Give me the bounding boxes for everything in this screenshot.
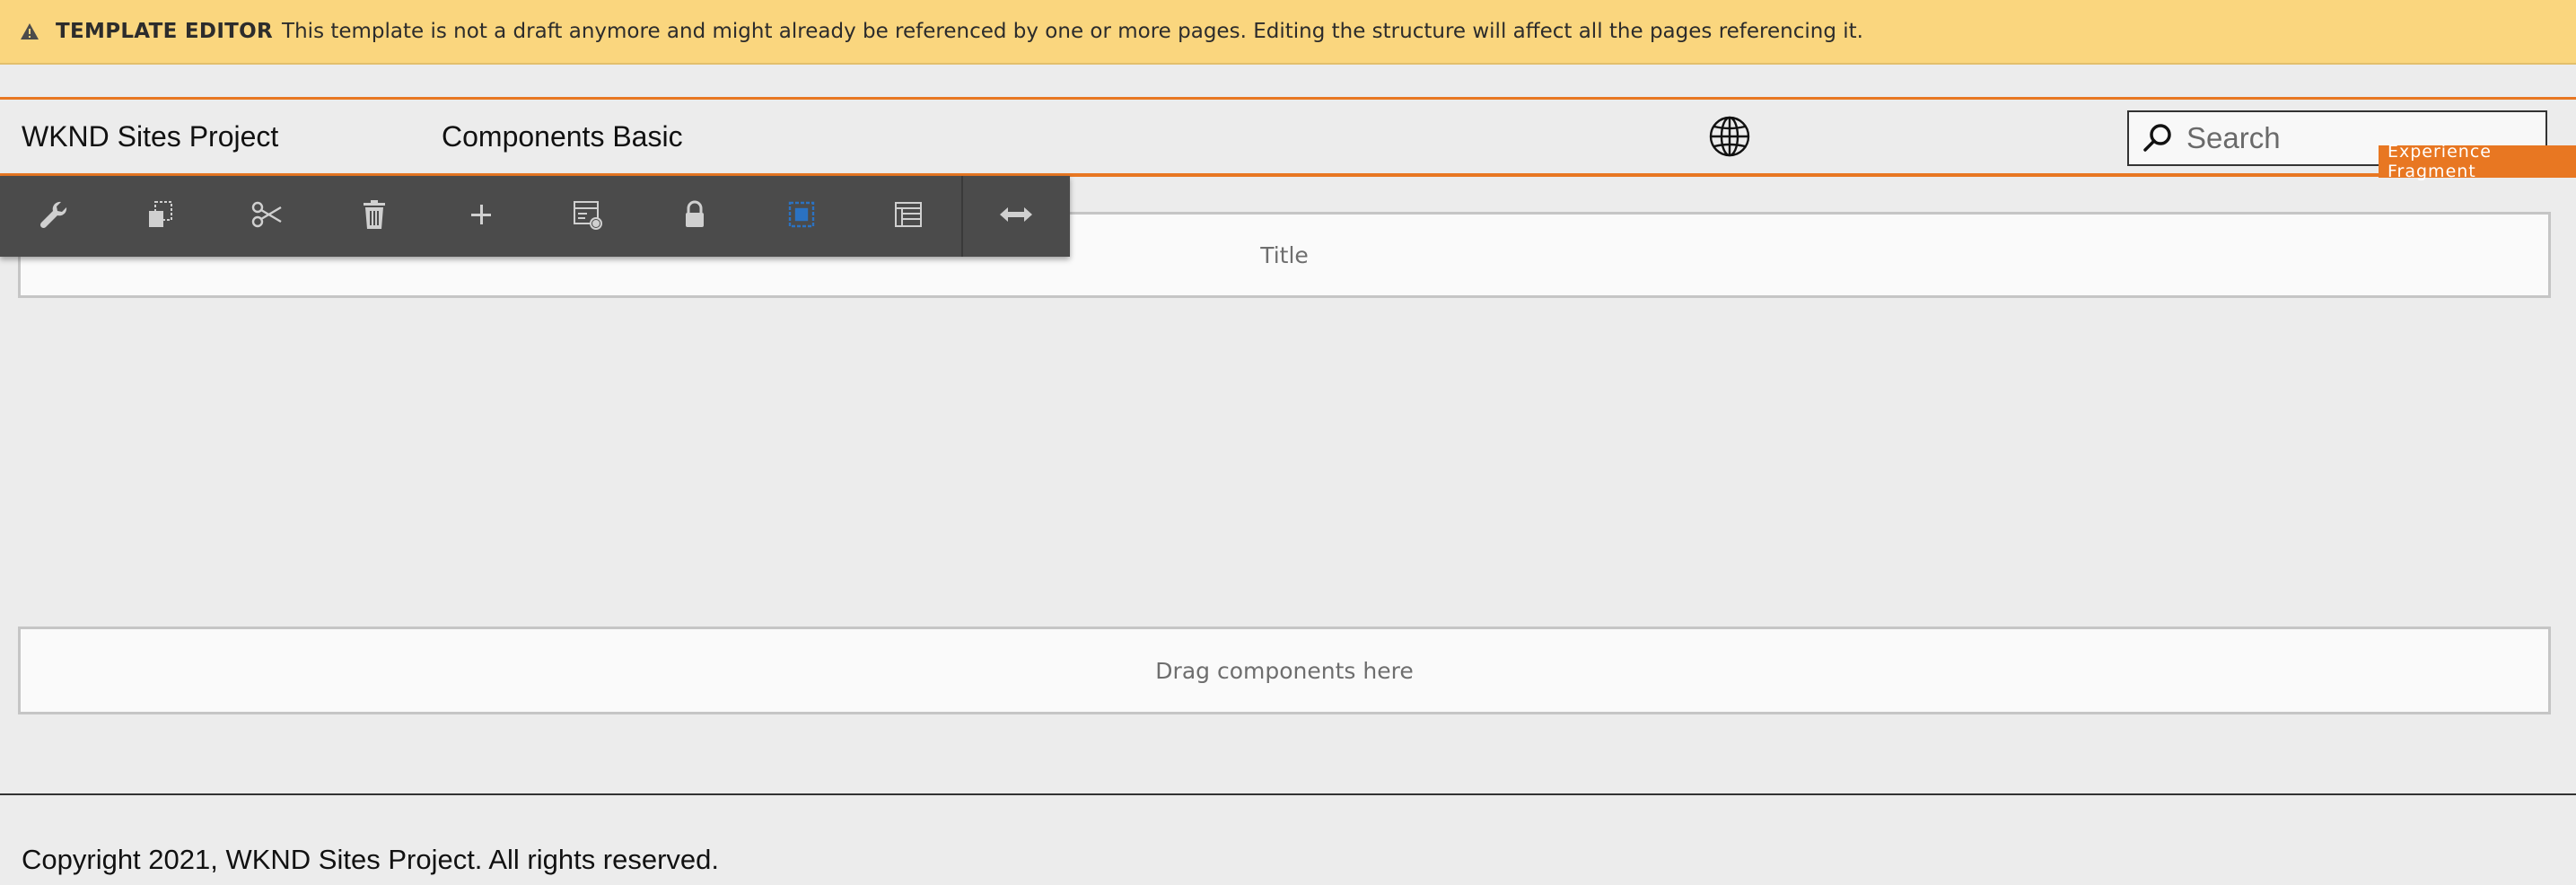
layout-button[interactable] bbox=[854, 176, 961, 257]
footer-copyright: Copyright 2021, WKND Sites Project. All … bbox=[22, 844, 720, 875]
experience-fragment-badge: Experience Fragment bbox=[2379, 142, 2576, 181]
select-parent-button[interactable] bbox=[748, 176, 854, 257]
banner-label: TEMPLATE EDITOR bbox=[56, 20, 274, 43]
header-top-border bbox=[0, 97, 2576, 100]
scissors-icon bbox=[250, 198, 285, 235]
copy-button[interactable] bbox=[107, 176, 214, 257]
footer-divider bbox=[0, 793, 2576, 795]
dropzone-label: Drag components here bbox=[1155, 657, 1414, 684]
site-title[interactable]: WKND Sites Project bbox=[22, 120, 278, 153]
resize-button[interactable] bbox=[963, 176, 1070, 257]
cut-button[interactable] bbox=[214, 176, 320, 257]
wrench-icon bbox=[38, 198, 70, 235]
plus-icon bbox=[468, 201, 495, 232]
select-parent-icon bbox=[785, 198, 818, 235]
policy-icon bbox=[571, 198, 605, 235]
search-icon bbox=[2140, 120, 2176, 156]
copy-icon bbox=[145, 198, 177, 235]
component-toolbar bbox=[0, 176, 1070, 257]
globe-icon[interactable] bbox=[1708, 115, 1751, 158]
configure-button[interactable] bbox=[0, 176, 107, 257]
resize-arrows-icon bbox=[998, 201, 1034, 232]
nav-item-components-basic[interactable]: Components Basic bbox=[442, 120, 683, 153]
template-editor-banner: TEMPLATE EDITOR This template is not a d… bbox=[0, 0, 2576, 65]
lock-icon bbox=[681, 198, 708, 235]
drag-components-dropzone[interactable]: Drag components here bbox=[18, 627, 2551, 714]
banner-message: This template is not a draft anymore and… bbox=[282, 20, 1863, 43]
title-placeholder-label: Title bbox=[1260, 241, 1309, 268]
trash-icon bbox=[360, 198, 389, 235]
layout-icon bbox=[892, 198, 924, 235]
insert-button[interactable] bbox=[427, 176, 534, 257]
delete-button[interactable] bbox=[320, 176, 427, 257]
policy-button[interactable] bbox=[534, 176, 641, 257]
lock-button[interactable] bbox=[641, 176, 748, 257]
warning-icon bbox=[20, 20, 43, 43]
